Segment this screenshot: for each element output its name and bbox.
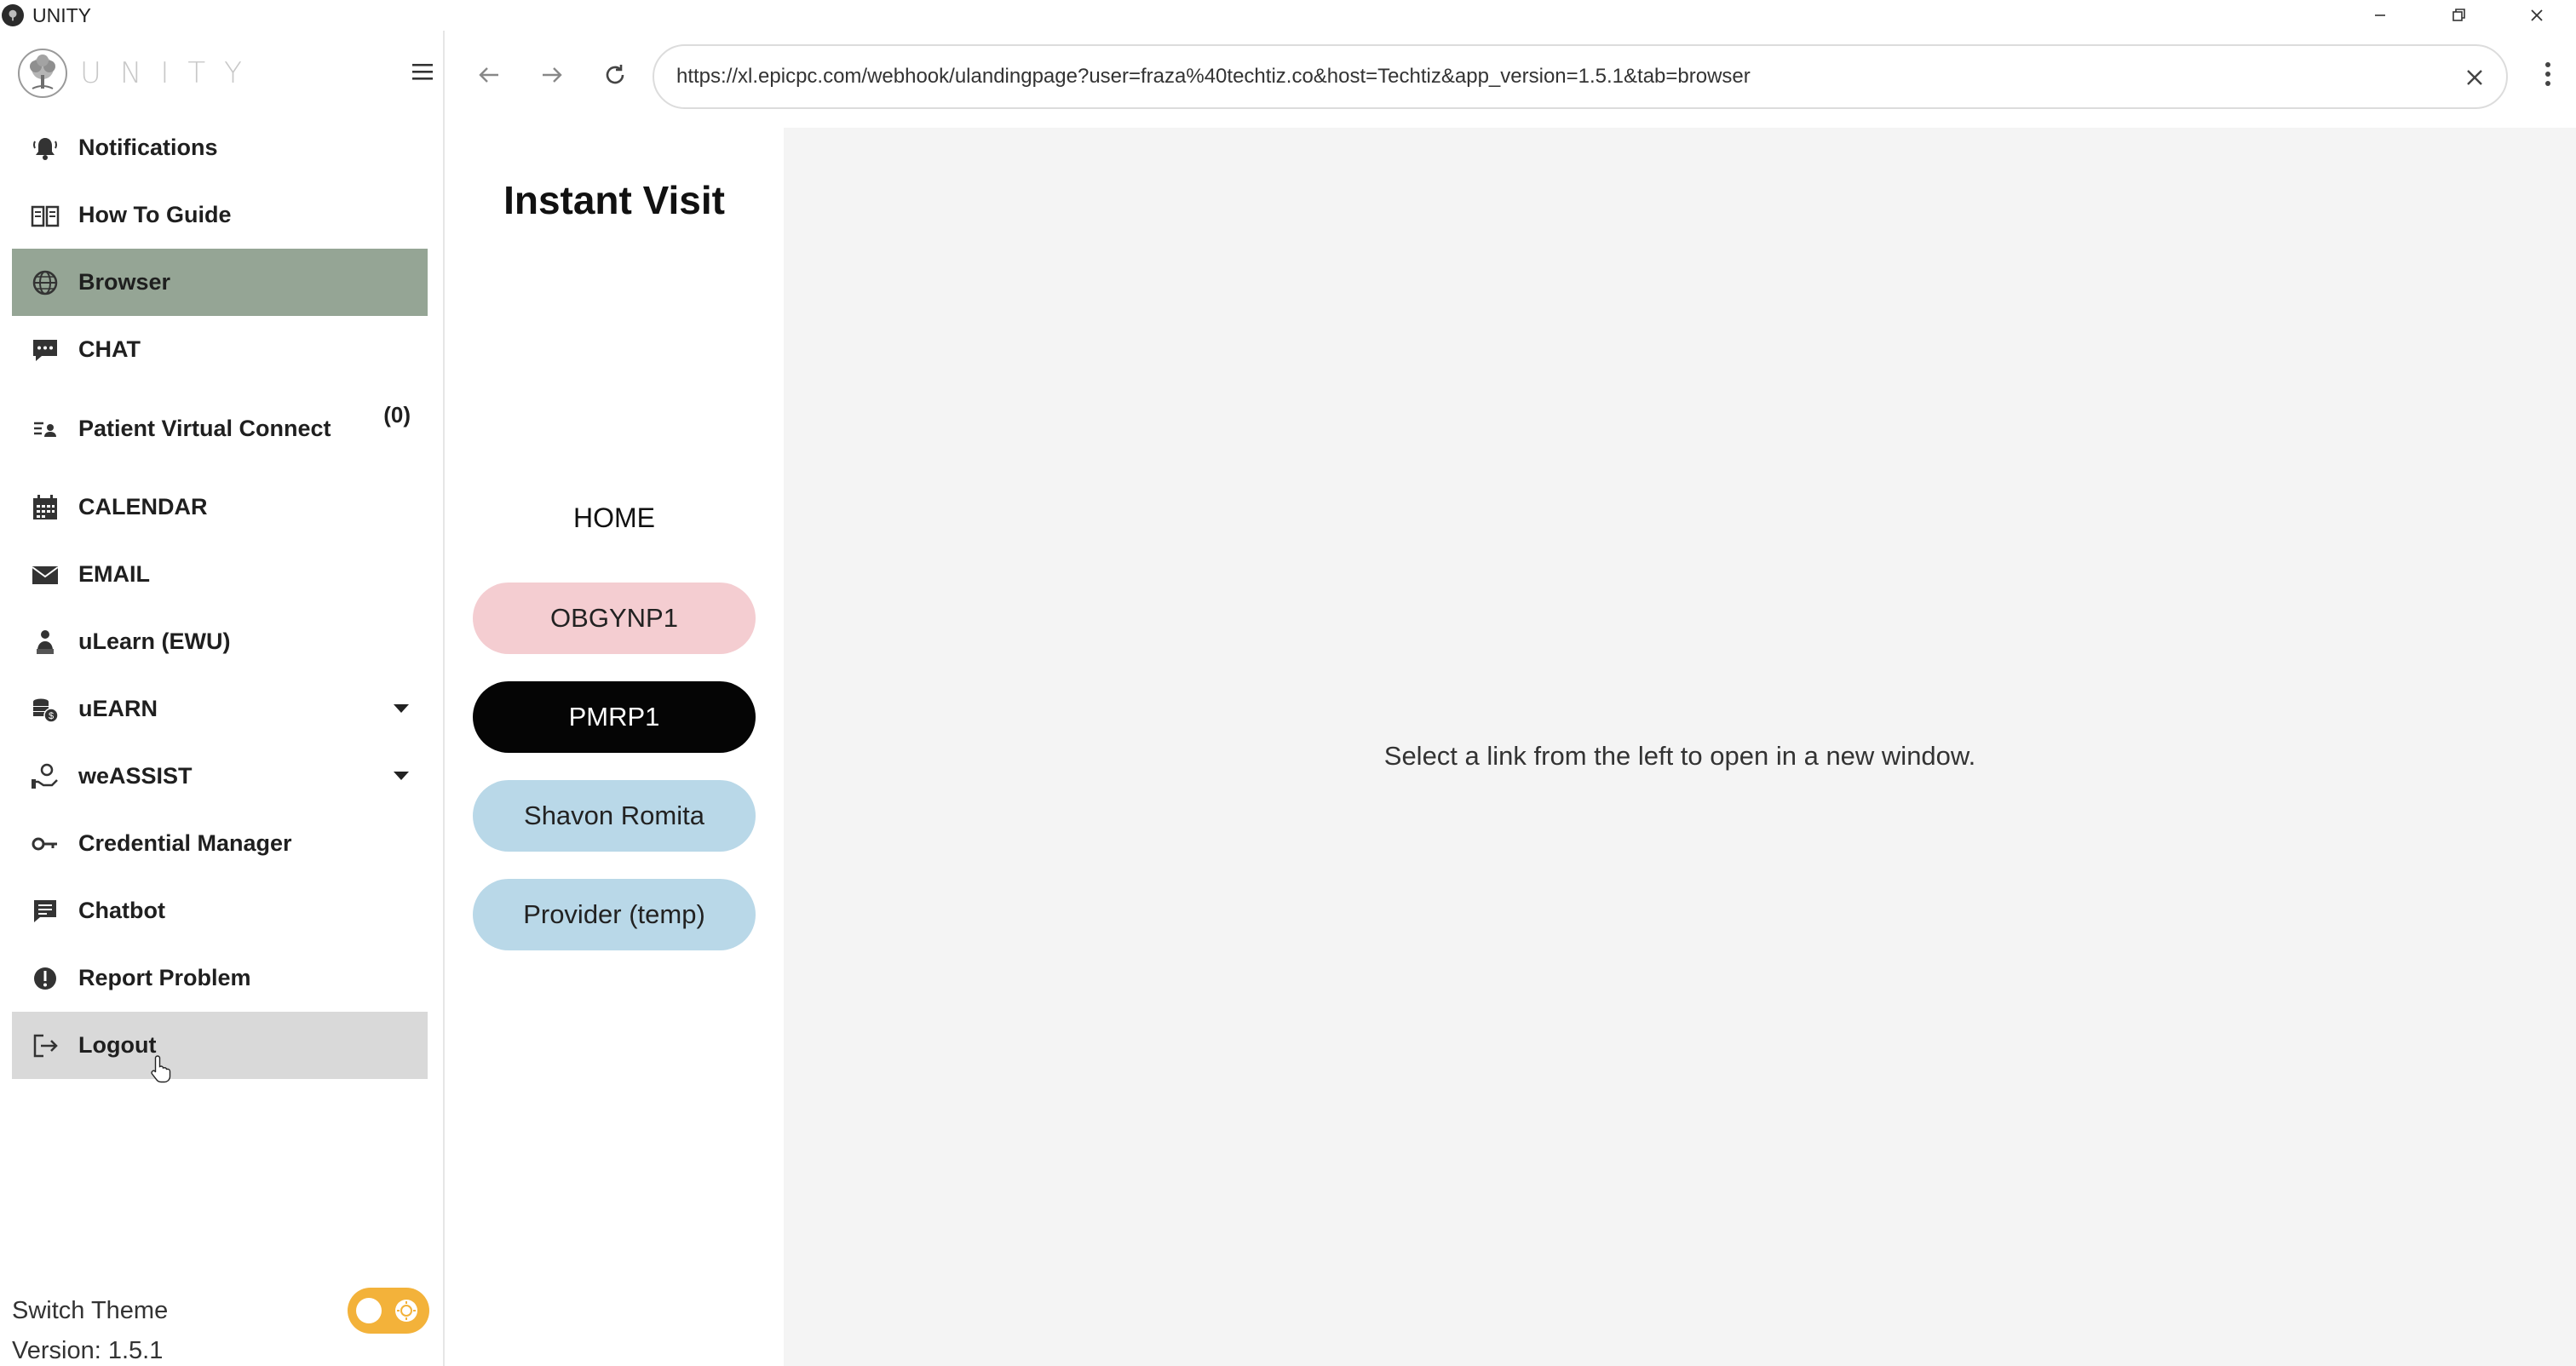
hamburger-menu-icon[interactable] [411, 61, 434, 82]
reload-button[interactable] [596, 56, 634, 94]
sidebar-nav: Notifications How To Guide Browser CHAT … [12, 114, 428, 1079]
sidebar-item-label: uLearn (EWU) [78, 628, 231, 654]
chevron-down-icon[interactable] [394, 704, 409, 713]
sidebar-item-label: Logout [78, 1032, 157, 1058]
toggle-knob [356, 1298, 382, 1323]
sidebar-item-label: How To Guide [78, 202, 232, 227]
forward-button[interactable] [533, 56, 571, 94]
url-text: https://xl.epicpc.com/webhook/ulandingpa… [676, 65, 1751, 88]
arrow-left-icon [479, 67, 498, 83]
restore-button[interactable] [2419, 0, 2498, 31]
sidebar-item-label: Chatbot [78, 898, 165, 923]
close-window-button[interactable] [2498, 0, 2576, 31]
address-bar[interactable]: https://xl.epicpc.com/webhook/ulandingpa… [653, 44, 2508, 109]
patient-list-icon [29, 412, 61, 445]
envelope-icon [29, 559, 61, 591]
main-content: Select a link from the left to open in a… [784, 128, 2576, 1366]
sidebar-item-label: Notifications [78, 135, 218, 160]
link-shavon-romita-button[interactable]: Shavon Romita [473, 780, 756, 852]
link-provider-temp-button[interactable]: Provider (temp) [473, 879, 756, 950]
sun-icon [395, 1300, 417, 1322]
sidebar-item-patient-virtual-connect[interactable]: Patient Virtual Connect (0) [12, 383, 428, 474]
logout-icon [29, 1030, 61, 1062]
chat-bubble-icon [29, 334, 61, 366]
window-controls [2341, 0, 2576, 31]
coins-icon: $ [29, 693, 61, 726]
helping-hand-icon [29, 760, 61, 793]
instant-visit-panel: Instant Visit HOME OBGYNP1 PMRP1 Shavon … [445, 128, 784, 1366]
sidebar-item-chat[interactable]: CHAT [12, 316, 428, 383]
sidebar-item-calendar[interactable]: CALENDAR [12, 474, 428, 541]
window-title: UNITY [32, 3, 91, 26]
sidebar-item-label: Browser [78, 269, 171, 295]
sidebar-item-report-problem[interactable]: Report Problem [12, 944, 428, 1012]
sidebar-item-weassist[interactable]: weASSIST [12, 743, 428, 810]
page-title: Instant Visit [503, 178, 725, 222]
theme-toggle[interactable] [348, 1288, 429, 1334]
sidebar-item-label: Report Problem [78, 965, 251, 990]
switch-theme-label: Switch Theme [12, 1296, 169, 1324]
close-icon [2531, 9, 2543, 21]
sidebar-item-ulearn[interactable]: uLearn (EWU) [12, 608, 428, 675]
sidebar-item-label: EMAIL [78, 561, 150, 587]
alert-circle-icon [29, 962, 61, 995]
calendar-icon [29, 491, 61, 524]
window-titlebar: UNITY [0, 0, 2576, 31]
key-icon [29, 828, 61, 860]
browser-toolbar: https://xl.epicpc.com/webhook/ulandingpa… [445, 31, 2576, 128]
app-logo-icon [2, 4, 24, 26]
sidebar-item-how-to-guide[interactable]: How To Guide [12, 181, 428, 249]
sidebar-item-label: Credential Manager [78, 830, 292, 856]
message-square-icon [29, 895, 61, 927]
clear-url-icon[interactable] [2460, 63, 2489, 92]
globe-icon [29, 267, 61, 299]
sidebar-item-chatbot[interactable]: Chatbot [12, 877, 428, 944]
hand-pointer-icon [151, 1055, 171, 1083]
sidebar-item-label: Patient Virtual Connect [78, 415, 331, 441]
arrow-right-icon [543, 67, 562, 83]
sidebar-item-label: CALENDAR [78, 494, 208, 519]
minimize-icon [2375, 14, 2385, 16]
brand-header: UNITY [17, 46, 434, 100]
learner-icon [29, 626, 61, 658]
home-link[interactable]: HOME [445, 502, 784, 534]
bell-icon [29, 132, 61, 164]
tree-logo-icon [18, 49, 67, 98]
brand-wordmark: UNITY [80, 56, 261, 90]
link-obgynp1-button[interactable]: OBGYNP1 [473, 583, 756, 654]
sidebar-item-label: weASSIST [78, 763, 193, 789]
empty-state-message: Select a link from the left to open in a… [1383, 741, 1976, 771]
link-pmrp1-button[interactable]: PMRP1 [473, 681, 756, 753]
sidebar-item-email[interactable]: EMAIL [12, 541, 428, 608]
sidebar-item-uearn[interactable]: $ uEARN [12, 675, 428, 743]
sidebar-item-credential-manager[interactable]: Credential Manager [12, 810, 428, 877]
app-version: Version: 1.5.1 [12, 1337, 164, 1364]
chevron-down-icon[interactable] [394, 772, 409, 780]
sidebar-item-label: uEARN [78, 696, 158, 721]
theme-switcher: Switch Theme [12, 1288, 429, 1334]
minimize-button[interactable] [2341, 0, 2419, 31]
sidebar-item-browser[interactable]: Browser [12, 249, 428, 316]
back-button[interactable] [470, 56, 508, 94]
book-icon [29, 199, 61, 232]
more-options-icon[interactable] [2544, 60, 2552, 89]
sidebar-item-notifications[interactable]: Notifications [12, 114, 428, 181]
sidebar-item-label: CHAT [78, 336, 141, 362]
sidebar: UNITY Notifications How To Guide Browser [0, 31, 445, 1366]
reload-icon [606, 65, 624, 84]
sidebar-item-logout[interactable]: Logout [12, 1012, 428, 1079]
svg-text:$: $ [49, 711, 54, 721]
restore-icon [2452, 9, 2465, 21]
patient-count-badge: (0) [383, 402, 411, 428]
